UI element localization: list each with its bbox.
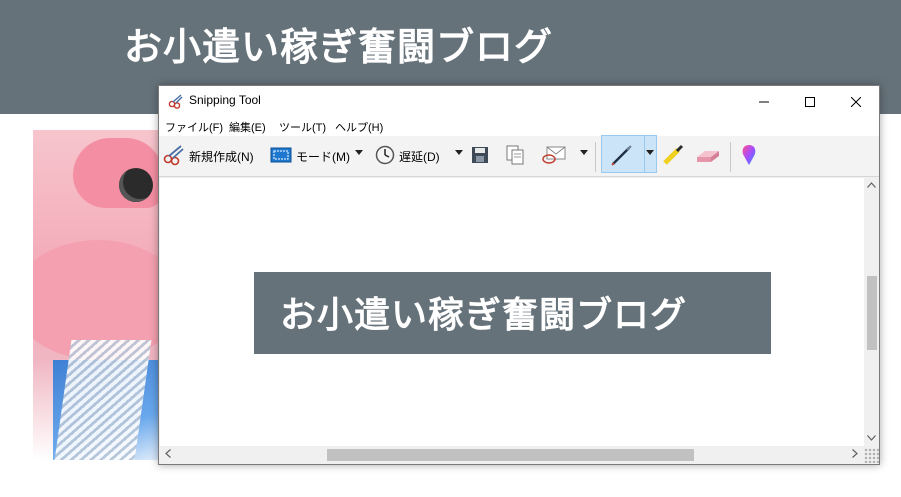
resize-grip-icon[interactable] [864,448,879,463]
scroll-down-icon[interactable] [867,434,876,444]
send-dropdown-icon[interactable] [580,150,588,155]
delay-button[interactable]: 遅延(D) [375,142,440,170]
copy-button[interactable] [505,142,529,170]
vertical-scrollbar[interactable] [864,178,879,446]
scroll-up-icon[interactable] [867,181,876,191]
save-icon [471,146,493,167]
new-snip-label: 新規作成(N) [189,149,254,164]
maximize-button[interactable] [787,86,833,116]
snip-canvas[interactable]: お小遣い稼ぎ奮闘ブログ [160,178,864,446]
highlighter-icon [661,143,689,170]
menu-help[interactable]: ヘルプ(H) [335,119,383,135]
mode-rect-icon [270,146,296,167]
close-icon [850,92,862,111]
paint3d-icon [739,143,763,170]
mode-dropdown-icon[interactable] [355,150,363,155]
delay-label: 遅延(D) [399,149,440,164]
paint3d-button[interactable] [739,142,763,170]
horizontal-scroll-thumb[interactable] [327,449,694,461]
piggy-bank-photo [33,130,163,460]
blog-title[interactable]: お小遣い稼ぎ奮闘ブログ [124,16,553,71]
menu-tools[interactable]: ツール(T) [279,119,326,135]
mode-label: モード(M) [296,149,350,164]
snip-image-text: お小遣い稼ぎ奮闘ブログ [280,295,688,336]
scroll-left-icon[interactable] [165,449,171,461]
pen-icon [610,143,634,171]
scroll-right-icon[interactable] [852,449,858,461]
menu-edit[interactable]: 編集(E) [229,119,266,135]
title-bar[interactable]: Snipping Tool [159,86,879,116]
eraser-button[interactable] [695,142,725,170]
pig-ear [73,138,163,208]
toolbar: 新規作成(N) モード(M) 遅延(D) [159,136,879,177]
eraser-icon [695,145,725,168]
toolbar-divider [595,142,596,172]
highlighter-button[interactable] [661,142,689,170]
pen-split-divider [644,135,645,173]
scissors-icon [163,144,189,169]
save-button[interactable] [471,142,493,170]
delay-dropdown-icon[interactable] [455,150,463,155]
maximize-icon [805,92,815,111]
window-title: Snipping Tool [189,93,261,107]
scissors-icon [168,93,184,109]
minimize-button[interactable] [741,86,787,116]
snip-image: お小遣い稼ぎ奮闘ブログ [254,272,771,354]
mode-button[interactable]: モード(M) [270,142,350,170]
menu-bar: ファイル(F) 編集(E) ツール(T) ヘルプ(H) [159,116,879,136]
pig-eye [119,168,153,202]
close-button[interactable] [833,86,879,116]
horizontal-scrollbar[interactable] [160,446,864,463]
pig-coil [54,340,152,460]
vertical-scroll-thumb[interactable] [867,276,877,350]
new-snip-button[interactable]: 新規作成(N) [163,142,254,170]
send-snip-button[interactable] [541,142,571,170]
pen-dropdown-icon[interactable] [646,150,654,155]
send-mail-icon [541,144,571,169]
clock-icon [375,145,399,168]
menu-file[interactable]: ファイル(F) [165,119,223,135]
toolbar-divider [730,142,731,172]
snipping-tool-window: Snipping Tool ファイル(F) 編集(E) ツール(T) ヘルプ(H… [158,85,880,465]
minimize-icon [759,92,769,111]
copy-icon [505,145,529,168]
